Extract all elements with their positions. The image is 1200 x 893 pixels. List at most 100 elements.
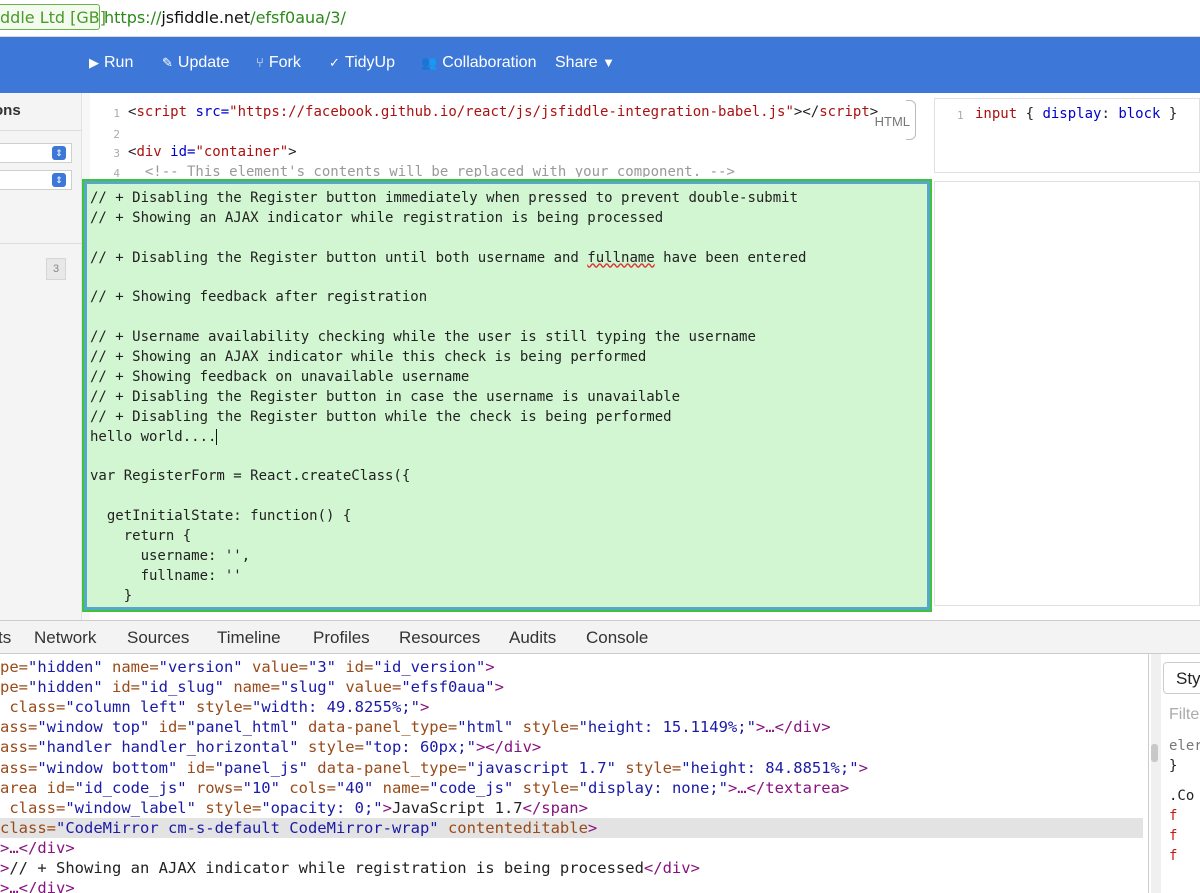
code-line[interactable]: hello world.... — [90, 428, 806, 448]
dom-tree-scrollbar[interactable] — [1151, 654, 1161, 893]
tag-name: script — [819, 104, 870, 120]
run-button[interactable]: ▶ Run — [89, 54, 133, 72]
code-line[interactable]: fullname: '' — [90, 567, 806, 587]
result-panel[interactable] — [934, 181, 1200, 606]
attribute-value: "id_version" — [373, 658, 486, 676]
code-line[interactable]: // + Showing feedback after registration — [90, 288, 806, 308]
css-panel[interactable]: 1 input { display: block } — [934, 98, 1200, 173]
tab-audits[interactable]: Audits — [509, 628, 556, 648]
dom-node-line[interactable]: area id="id_code_js" rows="10" cols="40"… — [0, 778, 849, 798]
code-line[interactable] — [90, 308, 806, 328]
attribute-value: "display: none;" — [578, 778, 728, 797]
dom-node-line[interactable]: class="column left" style="width: 49.825… — [0, 697, 429, 717]
line-number: 2 — [113, 128, 120, 141]
javascript-code[interactable]: // + Disabling the Register button immed… — [90, 189, 806, 607]
sidebar-heading: ons — [0, 102, 21, 119]
code-line[interactable]: // + Disabling the Register button immed… — [90, 189, 806, 209]
line-number: 1 — [957, 109, 964, 122]
code-line[interactable] — [90, 229, 806, 249]
code-line[interactable]: } — [90, 587, 806, 607]
run-label: Run — [104, 54, 134, 71]
dom-node-line[interactable]: ass="handler handler_horizontal" style="… — [0, 737, 541, 757]
code-line[interactable]: <script src="https://facebook.github.io/… — [128, 104, 878, 120]
attribute-value: "window bottom" — [37, 758, 178, 777]
code-line[interactable] — [90, 487, 806, 507]
code-line[interactable] — [90, 448, 806, 468]
tab-timeline[interactable]: Timeline — [217, 628, 281, 648]
tab-sources[interactable]: Sources — [127, 628, 189, 648]
attribute-name: pe= — [0, 658, 28, 676]
update-label: Update — [177, 54, 230, 71]
tab-network[interactable]: Network — [34, 628, 96, 648]
spelling-error: fullname — [587, 249, 655, 266]
code-line[interactable]: username: '', — [90, 547, 806, 567]
attribute-value: "panel_js" — [214, 758, 308, 777]
code-line[interactable] — [90, 269, 806, 289]
html-panel-label: HTML — [874, 114, 910, 129]
attribute-name: src= — [187, 104, 230, 120]
code-line[interactable]: // + Disabling the Register button until… — [90, 249, 806, 269]
css-code[interactable]: input { display: block } — [975, 106, 1177, 122]
tab-elements[interactable]: ts — [0, 628, 11, 648]
code-line[interactable]: // + Disabling the Register button in ca… — [90, 388, 806, 408]
tag-markup: > — [382, 798, 392, 817]
version-select[interactable]: ⇕ — [0, 170, 72, 190]
code-line[interactable]: <!-- This element's contents will be rep… — [128, 164, 735, 177]
dom-node-line[interactable]: pe="hidden" id="id_slug" name="slug" val… — [0, 677, 504, 697]
dom-tree[interactable]: pe="hidden" name="version" value="3" id=… — [0, 654, 1148, 893]
dom-node-line[interactable]: >// + Showing an AJAX indicator while re… — [0, 858, 700, 878]
attribute-value: "efsf0aua" — [401, 678, 495, 697]
framework-select[interactable]: ⇕ — [0, 143, 72, 163]
tag-markup: ></div> — [475, 738, 542, 757]
html-panel[interactable]: 1 <script src="https://facebook.github.io… — [90, 98, 928, 177]
dom-node-line[interactable]: >…</div> — [0, 838, 75, 858]
update-button[interactable]: ✎ Update — [162, 54, 230, 72]
tidyup-button[interactable]: ✓ TidyUp — [329, 54, 395, 72]
dom-node-line[interactable]: ass="window top" id="panel_html" data-pa… — [0, 717, 831, 737]
collaboration-button[interactable]: 👥 Collaboration — [421, 54, 536, 72]
code-line[interactable]: // + Username availability checking whil… — [90, 328, 806, 348]
code-line[interactable]: // + Disabling the Register button while… — [90, 408, 806, 428]
code-line[interactable]: // + Showing an AJAX indicator while reg… — [90, 209, 806, 229]
code-line[interactable]: // + Showing an AJAX indicator while thi… — [90, 348, 806, 368]
attribute-name: class= — [0, 698, 66, 717]
dom-node-line[interactable]: ass="window bottom" id="panel_js" data-p… — [0, 758, 868, 778]
tag-markup: >…</div> — [0, 879, 75, 893]
styles-tab[interactable]: Sty — [1163, 662, 1200, 694]
styles-property: f — [1169, 828, 1178, 844]
play-icon: ▶ — [89, 55, 99, 70]
line-number: 3 — [113, 147, 120, 160]
tab-console[interactable]: Console — [586, 628, 648, 648]
attribute-name: data-panel_type= — [298, 718, 458, 737]
styles-rule-selector: eler — [1169, 738, 1200, 754]
address-bar[interactable]: ddle Ltd [GB] https://jsfiddle.net/efsf0… — [0, 0, 1200, 37]
dom-node-line[interactable]: class="CodeMirror cm-s-default CodeMirro… — [0, 817, 1143, 838]
styles-filter-input[interactable]: Filte — [1169, 706, 1199, 724]
devtools-tabbar: ts Network Sources Timeline Profiles Res… — [0, 620, 1200, 654]
code-line[interactable]: var RegisterForm = React.createClass({ — [90, 467, 806, 487]
code-line[interactable]: // + Showing feedback on unavailable use… — [90, 368, 806, 388]
attribute-value: "id_slug" — [139, 678, 224, 697]
code-line[interactable]: <div id="container"> — [128, 144, 297, 160]
line-number: 4 — [113, 167, 120, 177]
styles-rule-close: } — [1169, 758, 1178, 774]
tag-markup: > — [485, 658, 495, 676]
tab-profiles[interactable]: Profiles — [313, 628, 370, 648]
attribute-name: value= — [335, 678, 402, 697]
dom-node-line[interactable]: class="window_label" style="opacity: 0;"… — [0, 798, 588, 818]
javascript-panel[interactable]: // + Disabling the Register button immed… — [82, 179, 932, 612]
code-line[interactable]: getInitialState: function() { — [90, 507, 806, 527]
code-line[interactable]: return { — [90, 527, 806, 547]
attribute-value: "hidden" — [28, 678, 103, 697]
scrollbar-thumb[interactable] — [1151, 744, 1158, 762]
tag-bracket: > — [288, 144, 297, 160]
dom-node-line[interactable]: >…</div> — [0, 878, 75, 893]
tidyup-label: TidyUp — [344, 54, 395, 71]
tab-resources[interactable]: Resources — [399, 628, 480, 648]
url-text[interactable]: https://jsfiddle.net/efsf0aua/3/ — [104, 8, 346, 27]
tag-bracket: ></ — [793, 104, 820, 120]
dom-node-line[interactable]: pe="hidden" name="version" value="3" id=… — [0, 657, 495, 677]
share-button[interactable]: Share ▼ — [555, 54, 615, 72]
fork-button[interactable]: ⑂ Fork — [256, 54, 301, 72]
text-node: JavaScript 1.7 — [391, 798, 523, 817]
